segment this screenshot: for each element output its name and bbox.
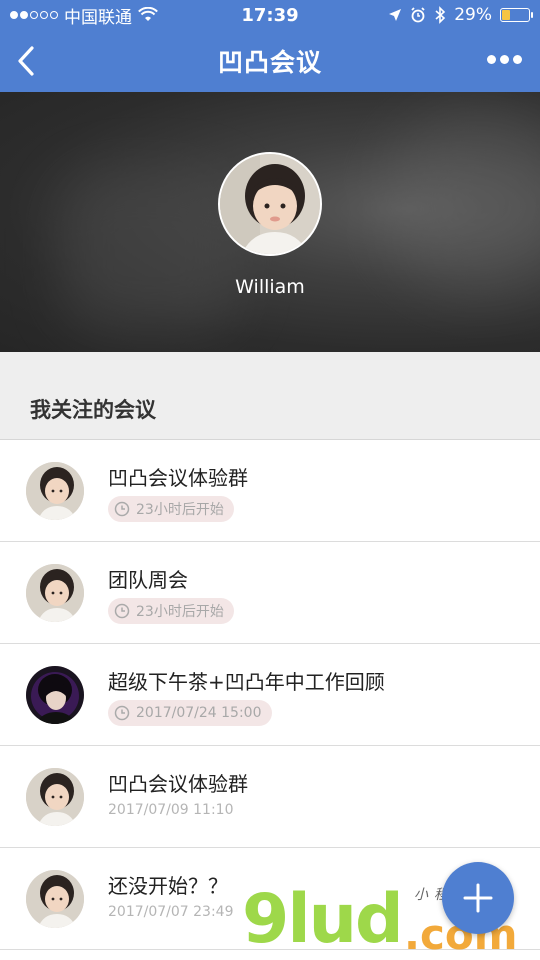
status-bar: 中国联通 17:39 29% [0, 0, 540, 30]
clock-icon [114, 501, 130, 517]
wifi-icon [138, 7, 158, 21]
page-title: 凹凸会议 [217, 48, 322, 77]
meeting-time: 2017/07/09 11:10 [108, 802, 234, 818]
section-header: 我关注的会议 [0, 352, 540, 440]
meeting-avatar [26, 768, 84, 826]
nav-bar: 凹凸会议 [0, 30, 540, 92]
signal-strength-icon [10, 11, 58, 19]
plus-icon [463, 883, 493, 913]
meeting-title: 凹凸会议体验群 [108, 772, 248, 796]
list-item[interactable]: 超级下午茶+凹凸年中工作回顾 2017/07/24 15:00 [0, 644, 540, 746]
meeting-title: 团队周会 [108, 568, 188, 592]
meeting-avatar [26, 870, 84, 928]
location-arrow-icon [389, 9, 402, 21]
list-item[interactable]: 团队周会 23小时后开始 [0, 542, 540, 644]
meeting-time: 23小时后开始 [136, 604, 224, 620]
alarm-clock-icon [411, 7, 425, 23]
meeting-title: 凹凸会议体验群 [108, 466, 248, 490]
meeting-time-badge: 23小时后开始 [108, 496, 234, 522]
bluetooth-icon [435, 6, 446, 24]
list-item[interactable]: 凹凸会议体验群 2017/07/09 11:10 [0, 746, 540, 848]
carrier-name: 中国联通 [64, 7, 132, 28]
meeting-title: 超级下午茶+凹凸年中工作回顾 [108, 670, 385, 694]
meeting-time: 2017/07/07 23:49 [108, 904, 234, 920]
meeting-title: 还没开始？？ [108, 874, 228, 898]
meeting-time-badge: 23小时后开始 [108, 598, 234, 624]
meeting-avatar [26, 564, 84, 622]
clock-icon [114, 705, 130, 721]
section-title: 我关注的会议 [30, 398, 156, 422]
meeting-avatar [26, 462, 84, 520]
meeting-time-badge: 2017/07/24 15:00 [108, 700, 272, 726]
back-arrow-icon[interactable] [12, 44, 42, 78]
user-avatar[interactable] [218, 152, 322, 256]
profile-name: William [235, 276, 305, 298]
list-item[interactable]: 凹凸会议体验群 23小时后开始 [0, 440, 540, 542]
battery-percent: 29% [454, 5, 492, 25]
status-time: 17:39 [241, 4, 299, 26]
more-options-icon[interactable] [487, 55, 522, 64]
meeting-avatar [26, 666, 84, 724]
battery-icon [500, 8, 533, 22]
meeting-time: 23小时后开始 [136, 502, 224, 518]
meeting-time: 2017/07/24 15:00 [136, 705, 262, 721]
clock-icon [114, 603, 130, 619]
profile-header: William [0, 92, 540, 352]
add-meeting-button[interactable] [442, 862, 514, 934]
